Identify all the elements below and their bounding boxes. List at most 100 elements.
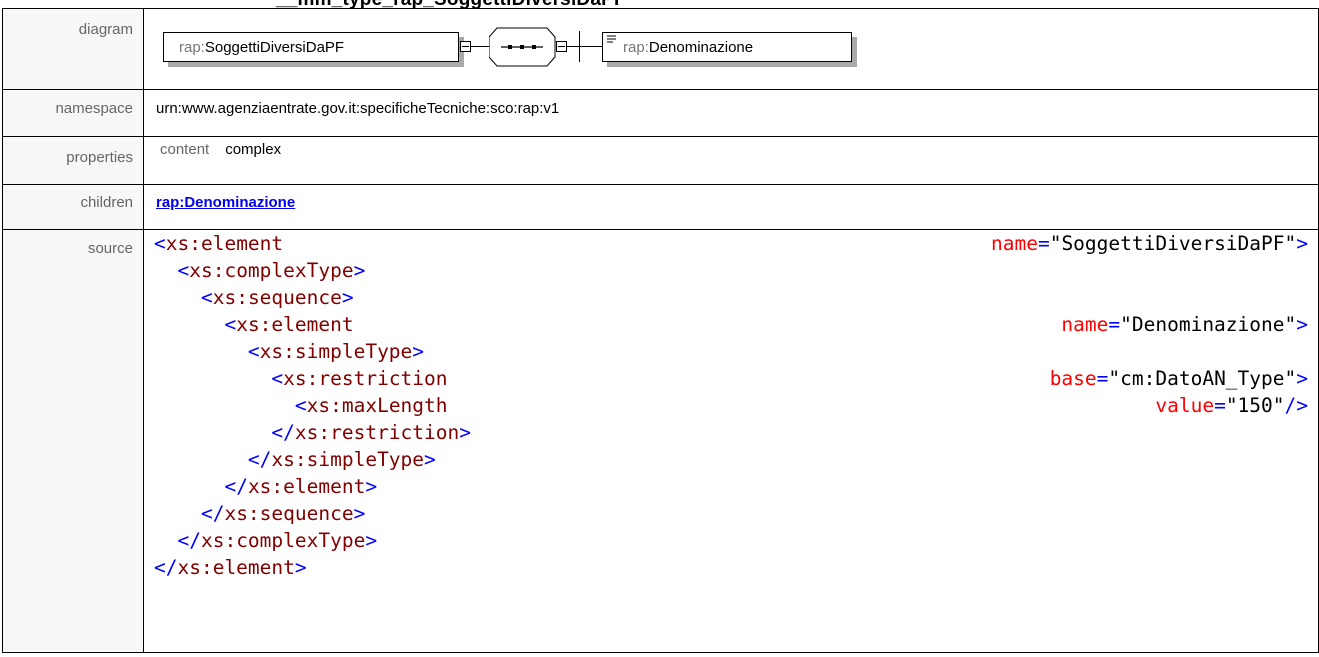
source-line-tag: <xs:element [154, 232, 283, 255]
source-row: source <xs:element name="SoggettiDiversiD… [2, 229, 1319, 653]
source-line: <xs:element name="SoggettiDiversiDaPF"> [154, 232, 1308, 259]
source-line: <xs:complexType> [154, 259, 1308, 286]
source-line-tag: <xs:restriction [154, 367, 448, 390]
source-line: <xs:simpleType> [154, 340, 1308, 367]
code-bracket: > [365, 529, 378, 552]
source-line: <xs:sequence> [154, 286, 1308, 313]
source-label: source [2, 229, 144, 653]
code-bracket: </ [177, 529, 201, 552]
code-bracket: > [412, 340, 425, 363]
source-line-tag: </xs:sequence> [154, 502, 365, 525]
content-label: content [160, 141, 210, 158]
namespace-row: namespace urn:www.agenziaentrate.gov.it:… [2, 89, 1319, 137]
code-tag-name: xs:restriction [294, 421, 460, 444]
code-bracket: > [459, 421, 472, 444]
properties-cell: content complex [143, 136, 1319, 185]
code-attribute-value: "150" [1225, 394, 1285, 417]
connector-line [579, 46, 602, 47]
source-line-tag: </xs:simpleType> [154, 448, 436, 471]
collapse-icon[interactable] [460, 41, 471, 52]
code-tag-name: xs:complexType [200, 529, 366, 552]
source-line-attribute: base="cm:DatoAN_Type"> [1050, 367, 1308, 390]
documentation-icon [607, 35, 616, 43]
code-tag-name: xs:maxLength [306, 394, 448, 417]
main-element-box[interactable]: rap:SoggettiDiversiDaPF [163, 32, 459, 62]
main-element-prefix: rap: [179, 39, 205, 56]
source-line-tag: <xs:maxLength [154, 394, 448, 417]
code-bracket: < [177, 259, 190, 282]
code-bracket: > [424, 448, 436, 471]
child-link-denominazione[interactable]: rap:Denominazione [156, 194, 295, 211]
code-attribute-name: base [1049, 367, 1097, 390]
namespace-label: namespace [2, 89, 144, 137]
code-bracket: < [154, 232, 166, 255]
code-tag-name: xs:restriction [283, 367, 448, 390]
source-line: </xs:simpleType> [154, 448, 1308, 475]
code-bracket: </ [224, 475, 248, 498]
code-equals: = [1096, 367, 1109, 390]
child-element-name: Denominazione [648, 39, 754, 56]
code-bracket: > [353, 502, 366, 525]
children-label: children [2, 184, 144, 230]
source-line: <xs:element name="Denominazione"> [154, 313, 1308, 340]
source-line: <xs:restriction base="cm:DatoAN_Type"> [154, 367, 1308, 394]
code-attribute-value: "SoggettiDiversiDaPF" [1049, 232, 1297, 255]
source-line-tag: <xs:sequence> [154, 286, 354, 309]
source-line-tag: </xs:restriction> [154, 421, 471, 444]
code-tag-name: xs:element [236, 313, 354, 336]
code-bracket: > [341, 286, 354, 309]
code-tag-name: xs:element [247, 475, 366, 498]
code-tag-name: xs:element [165, 232, 284, 255]
source-line-tag: <xs:complexType> [154, 259, 365, 282]
source-line: </xs:sequence> [154, 502, 1308, 529]
children-cell: rap:Denominazione [143, 184, 1319, 230]
code-bracket: > [365, 475, 378, 498]
source-line-tag: <xs:element [154, 313, 354, 336]
source-cell: <xs:element name="SoggettiDiversiDaPF"> <… [143, 229, 1319, 653]
children-row: children rap:Denominazione [2, 184, 1319, 230]
connector-line [567, 46, 579, 47]
code-tag-name: xs:simpleType [271, 448, 425, 471]
source-line: </xs:element> [154, 556, 1308, 583]
code-attribute-name: value [1155, 394, 1215, 417]
code-tag-name: xs:element [177, 556, 295, 579]
diagram-label: diagram [2, 8, 144, 90]
code-equals: = [1037, 232, 1050, 255]
diagram-row: diagram rap:SoggettiDiversiDaPF rap:Deno… [2, 8, 1319, 90]
code-equals: = [1108, 313, 1121, 336]
source-line: </xs:element> [154, 475, 1308, 502]
sequence-collapse-icon[interactable] [556, 41, 567, 52]
code-attribute-name: name [1061, 313, 1109, 336]
source-line-attribute: value="150"/> [1155, 394, 1308, 417]
schema-diagram: rap:SoggettiDiversiDaPF rap:Denominazion… [144, 9, 1318, 89]
source-line-tag: </xs:element> [154, 556, 307, 579]
code-bracket: < [247, 340, 260, 363]
code-bracket: </ [154, 556, 178, 579]
diagram-cell: rap:SoggettiDiversiDaPF rap:Denominazion… [143, 8, 1319, 90]
code-bracket: < [271, 367, 284, 390]
code-bracket: < [294, 394, 307, 417]
code-bracket: > [1296, 313, 1308, 336]
child-element-box[interactable]: rap:Denominazione [602, 32, 852, 62]
source-line-tag: </xs:complexType> [154, 529, 377, 552]
code-bracket: > [1296, 232, 1308, 255]
content-value: complex [225, 141, 282, 158]
code-equals: = [1214, 394, 1226, 417]
source-line: </xs:complexType> [154, 529, 1308, 556]
code-tag-name: xs:simpleType [259, 340, 413, 363]
code-attribute-name: name [990, 232, 1038, 255]
source-line: <xs:maxLength value="150"/> [154, 394, 1308, 421]
code-attribute-value: "Denominazione" [1120, 313, 1297, 336]
code-tag-name: xs:sequence [212, 286, 342, 309]
code-bracket: > [294, 556, 307, 579]
code-bracket: </ [271, 421, 295, 444]
child-element-prefix: rap: [623, 39, 649, 56]
source-code: <xs:element name="SoggettiDiversiDaPF"> <… [154, 232, 1308, 583]
code-bracket: > [353, 259, 366, 282]
code-bracket: > [1296, 367, 1308, 390]
main-element-name: SoggettiDiversiDaPF [204, 39, 345, 56]
code-attribute-value: "cm:DatoAN_Type" [1108, 367, 1297, 390]
code-tag-name: xs:sequence [224, 502, 354, 525]
source-line-tag: </xs:element> [154, 475, 377, 498]
code-bracket: </ [247, 448, 272, 471]
